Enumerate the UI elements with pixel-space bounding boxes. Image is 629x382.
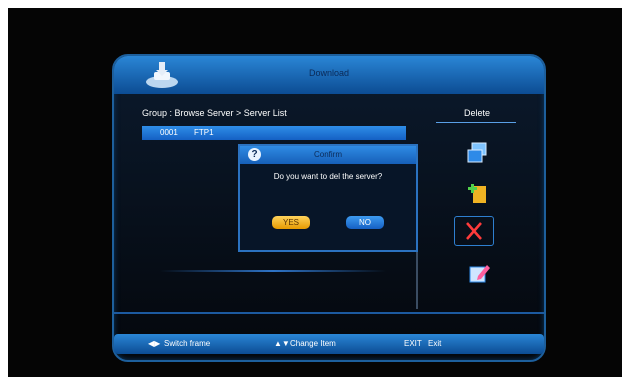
- copy-icon[interactable]: [464, 140, 490, 166]
- change-item-hint: Change Item: [290, 339, 336, 348]
- yes-button[interactable]: YES: [272, 216, 310, 229]
- dialog-title-bar: ? Confirm: [240, 146, 416, 164]
- footer-bar: ◀▶ Switch frame ▲▼ Change Item EXIT Exit: [114, 334, 544, 354]
- switch-frame-hint: Switch frame: [164, 339, 211, 348]
- side-heading: Delete: [464, 108, 491, 118]
- server-list-row[interactable]: 0001 FTP1: [142, 126, 406, 140]
- row-name: FTP1: [194, 128, 214, 137]
- row-number: 0001: [160, 128, 178, 137]
- panel-separator: [114, 312, 544, 314]
- download-panel: Download Group : Browse Server > Server …: [112, 54, 546, 362]
- confirm-dialog: ? Confirm Do you want to del the server?…: [238, 144, 418, 252]
- window-title: Download: [308, 68, 350, 78]
- change-item-icon: ▲▼: [274, 339, 290, 348]
- edit-icon[interactable]: [466, 260, 492, 286]
- delete-x-icon[interactable]: [454, 216, 494, 246]
- list-separator: [160, 270, 386, 272]
- no-button[interactable]: NO: [346, 216, 384, 229]
- dialog-message: Do you want to del the server?: [273, 172, 383, 181]
- exit-key: EXIT: [404, 339, 422, 348]
- add-icon[interactable]: [464, 180, 490, 206]
- dialog-title: Confirm: [313, 150, 342, 159]
- side-divider: [436, 122, 516, 123]
- exit-hint: Exit: [428, 339, 442, 348]
- breadcrumb: Group : Browse Server > Server List: [142, 108, 287, 118]
- tv-screen: Download Group : Browse Server > Server …: [8, 8, 622, 377]
- title-bar: Download: [114, 56, 544, 94]
- switch-frame-icon: ◀▶: [148, 339, 161, 348]
